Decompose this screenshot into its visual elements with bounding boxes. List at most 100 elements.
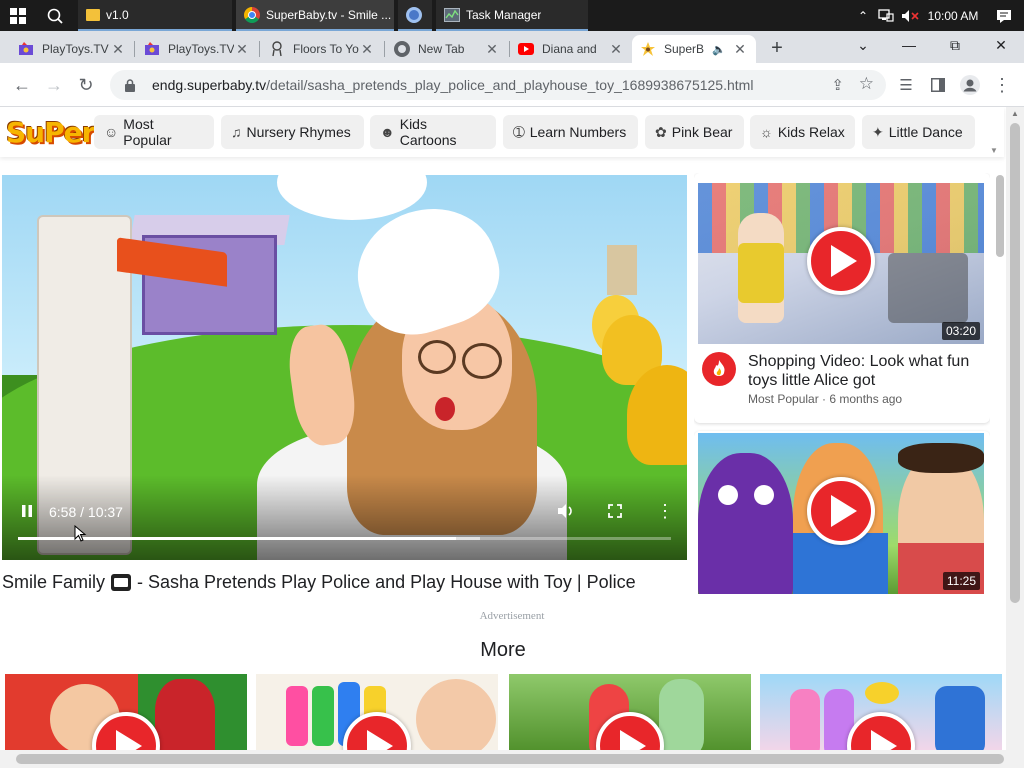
fullscreen-button[interactable] [608, 504, 622, 523]
restore-button[interactable]: ⧉ [932, 31, 978, 59]
tab-separator [134, 41, 135, 57]
category-most-popular[interactable]: ☺ Most Popular [94, 115, 214, 149]
more-video-thumbnail[interactable] [509, 674, 751, 754]
side-panel-button[interactable] [924, 71, 952, 99]
taskbar-app-chrome[interactable] [398, 0, 432, 31]
notifications-icon[interactable] [984, 9, 1024, 23]
time-display: 6:58 / 10:37 [49, 504, 123, 520]
thumbnail-bus-sign [865, 682, 899, 704]
forward-button[interactable]: → [40, 71, 68, 99]
category-little-dance[interactable]: ✦ Little Dance [862, 115, 975, 149]
media-queue-icon: ☰ [899, 77, 913, 94]
close-tab-icon[interactable]: ✕ [732, 41, 748, 58]
taskbar-app-task-manager[interactable]: Task Manager [436, 0, 588, 31]
windows-start-button[interactable] [0, 0, 36, 31]
close-tab-icon[interactable]: ✕ [608, 41, 624, 58]
browser-tab[interactable]: Diana and ✕ [510, 35, 632, 63]
play-icon [831, 495, 857, 527]
chrome-icon [244, 6, 260, 23]
related-video-card[interactable]: 11:25 [694, 431, 990, 603]
seek-bar[interactable] [18, 537, 671, 540]
more-video-thumbnail[interactable] [256, 674, 498, 754]
more-vertical-icon: ⋮ [993, 74, 1011, 95]
back-button[interactable]: ← [8, 71, 36, 99]
volume-muted-icon[interactable] [898, 9, 922, 23]
category-label: Pink Bear [671, 124, 733, 140]
network-icon[interactable] [874, 8, 898, 23]
scrollbar-thumb[interactable] [1010, 123, 1020, 603]
category-kids-cartoons[interactable]: ☻ Kids Cartoons [370, 115, 496, 149]
browser-tab[interactable]: Floors To Yo ✕ [261, 35, 383, 63]
taskbar-app-chrome-superbaby[interactable]: SuperBaby.tv - Smile ... [236, 0, 394, 31]
chrome-icon [406, 6, 422, 23]
media-control-button[interactable]: ☰ [892, 71, 920, 99]
close-tab-icon[interactable]: ✕ [110, 41, 126, 58]
close-tab-icon[interactable]: ✕ [359, 41, 375, 58]
scrollbar-thumb[interactable] [996, 175, 1004, 257]
chevron-up-icon[interactable]: ▲ [1011, 109, 1019, 118]
playtoys-favicon [18, 41, 34, 57]
advertisement-label: Advertisement [479, 610, 545, 622]
tv-icon [111, 574, 132, 591]
card-age: 6 months ago [829, 392, 903, 406]
browser-tab[interactable]: New Tab ✕ [386, 35, 508, 63]
video-thumbnail[interactable]: 03:20 [698, 183, 984, 344]
taskbar-app-explorer[interactable]: v1.0 [78, 0, 232, 31]
category-nursery-rhymes[interactable]: ♫ Nursery Rhymes [221, 115, 364, 149]
close-window-button[interactable]: ✕ [978, 31, 1024, 59]
category-label: Little Dance [888, 124, 963, 140]
chrome-menu-button[interactable]: ⋮ [988, 71, 1016, 99]
playtoys-favicon [144, 41, 160, 57]
scrollbar-thumb[interactable] [16, 754, 1004, 764]
category-kids-relax[interactable]: ☼ Kids Relax [750, 115, 855, 149]
browser-tab[interactable]: PlayToys.TV ✕ [136, 35, 258, 63]
tab-audio-icon[interactable]: 🔈 [712, 43, 726, 56]
vertical-scrollbar[interactable]: ▲ [1006, 107, 1024, 768]
category-label: Kids Relax [777, 124, 845, 140]
play-button[interactable] [847, 712, 915, 754]
player-menu-button[interactable]: ⋮ [656, 501, 674, 522]
share-icon[interactable]: ⇪ [831, 76, 844, 94]
avatar-icon [960, 75, 980, 95]
browser-tab-title: Diana and [542, 42, 597, 56]
related-video-card[interactable]: 03:20 Shopping Video: Look what fun toys… [694, 173, 990, 423]
more-video-thumbnail[interactable] [760, 674, 1002, 754]
address-bar[interactable]: endg.superbaby.tv/detail/sasha_pretends_… [110, 70, 886, 100]
category-pink-bear[interactable]: ✿ Pink Bear [645, 115, 744, 149]
browser-tab[interactable]: PlayToys.TV ✕ [10, 35, 134, 63]
volume-button[interactable] [557, 503, 575, 524]
pause-button[interactable] [20, 504, 34, 523]
new-tab-button[interactable]: + [764, 35, 790, 61]
close-tab-icon[interactable]: ✕ [484, 41, 500, 58]
close-tab-icon[interactable]: ✕ [234, 41, 250, 58]
more-video-thumbnail[interactable] [5, 674, 247, 754]
play-button[interactable] [807, 227, 875, 295]
minimize-button[interactable]: — [886, 31, 932, 59]
video-player[interactable]: 6:58 / 10:37 ⋮ [2, 175, 687, 560]
category-scrollbar[interactable]: ▼ [988, 109, 1002, 155]
video-duration: 11:25 [942, 572, 980, 590]
play-button[interactable] [807, 477, 875, 545]
taskbar-search-button[interactable] [36, 0, 74, 31]
bookmark-star-icon[interactable]: ☆ [859, 74, 874, 94]
browser-tab-active[interactable]: SuperB 🔈 ✕ [632, 35, 756, 63]
dance-icon: ✦ [872, 123, 884, 140]
card-title[interactable]: Shopping Video: Look what fun toys littl… [748, 352, 986, 390]
clock-time[interactable]: 10:00 AM [922, 9, 984, 23]
chevron-up-icon[interactable]: ⌃ [852, 9, 874, 23]
related-videos-scrollbar[interactable] [994, 173, 1006, 603]
page-viewport: SuPer ☺ Most Popular ♫ Nursery Rhymes ☻ Kid… [0, 107, 1024, 768]
superbaby-logo[interactable]: SuPer [6, 113, 95, 151]
video-thumbnail[interactable]: 11:25 [698, 433, 984, 594]
pause-icon [22, 505, 32, 517]
browser-tab-title: PlayToys.TV [168, 42, 234, 56]
profile-button[interactable] [956, 71, 984, 99]
reload-button[interactable]: ↻ [72, 71, 100, 99]
horizontal-scrollbar[interactable] [0, 750, 1006, 768]
video-title-part: - Sasha Pretends Play Police and Play Ho… [137, 572, 636, 592]
fullscreen-icon [608, 504, 622, 518]
windows-taskbar: v1.0 SuperBaby.tv - Smile ... Task Manag… [0, 0, 1024, 31]
category-learn-numbers[interactable]: ➀ Learn Numbers [503, 115, 638, 149]
tab-search-button[interactable]: ⌄ [840, 31, 886, 59]
taskbar-app-label: Task Manager [466, 7, 542, 22]
